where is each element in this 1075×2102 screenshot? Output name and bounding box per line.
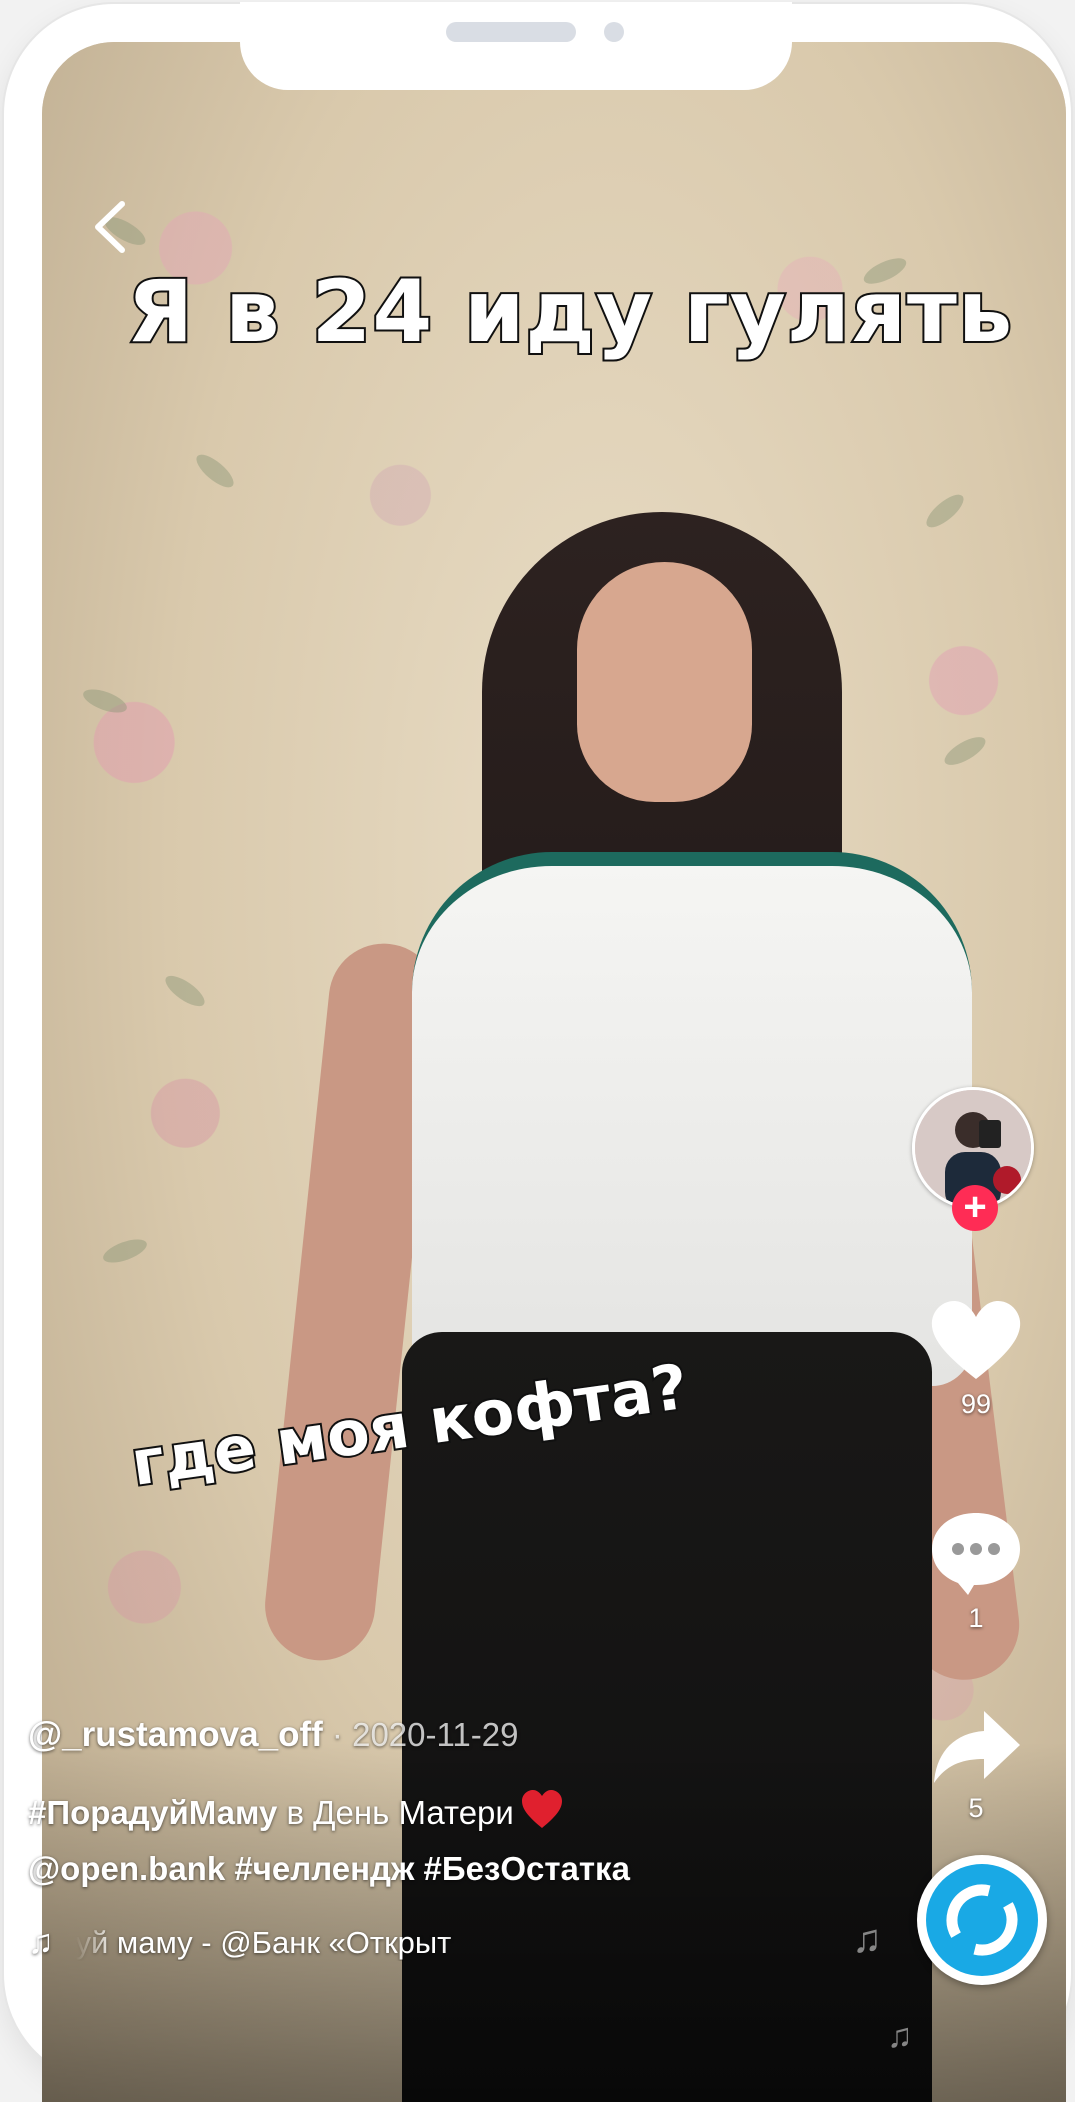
music-note-icon: ♫ (887, 2017, 913, 2055)
person-face (577, 562, 752, 802)
music-disc-button[interactable] (917, 1855, 1047, 1985)
music-note-icon: ♫ (852, 1917, 882, 1961)
person-shirt (412, 852, 972, 1386)
rotating-disc-icon (917, 1855, 1047, 1985)
comment-bubble-icon (928, 1507, 1024, 1597)
front-camera (604, 22, 624, 42)
comment-count: 1 (968, 1603, 984, 1633)
speaker-grill (446, 22, 576, 42)
heart-icon (928, 1297, 1024, 1383)
music-note-icon: ♫ (28, 1923, 54, 1961)
author-line: @_rustamova_off · 2020-11-29 (28, 1715, 808, 1755)
like-count: 99 (960, 1389, 992, 1419)
phone-notch (240, 2, 792, 90)
comment-button[interactable]: 1 (928, 1507, 1024, 1634)
share-arrow-icon (928, 1707, 1024, 1787)
hashtag-poraduimamu[interactable]: #ПорадуйМаму (28, 1794, 277, 1831)
video-caption-top: Я в 24 иду гулять (125, 260, 1014, 364)
hashtag-bezostatka[interactable]: #БезОстатка (414, 1850, 630, 1887)
music-track-title: уй маму - @Банк «Открыт (75, 1924, 452, 1960)
author-separator: · (322, 1716, 353, 1753)
share-count: 5 (968, 1793, 984, 1823)
video-description: #ПорадуйМаму в День Матери @open.bank #ч… (28, 1785, 808, 1897)
mention-openbank[interactable]: @open.bank (28, 1850, 225, 1887)
like-button[interactable]: 99 (928, 1297, 1024, 1420)
video-info: @_rustamova_off · 2020-11-29 #ПорадуйМам… (28, 1715, 808, 1962)
follow-button[interactable]: + (952, 1185, 998, 1231)
back-button[interactable] (82, 192, 142, 262)
description-text: в День Матери (277, 1794, 514, 1831)
heart-emoji-icon (520, 1790, 564, 1830)
hashtag-challenge[interactable]: #челлендж (225, 1850, 414, 1887)
author-handle[interactable]: @_rustamova_off (28, 1715, 323, 1754)
post-date: 2020-11-29 (352, 1716, 519, 1753)
share-button[interactable]: 5 (928, 1707, 1024, 1824)
music-line[interactable]: ♫ уй маму - @Банк «Открыт (28, 1923, 808, 1962)
plus-icon: + (963, 1185, 987, 1229)
